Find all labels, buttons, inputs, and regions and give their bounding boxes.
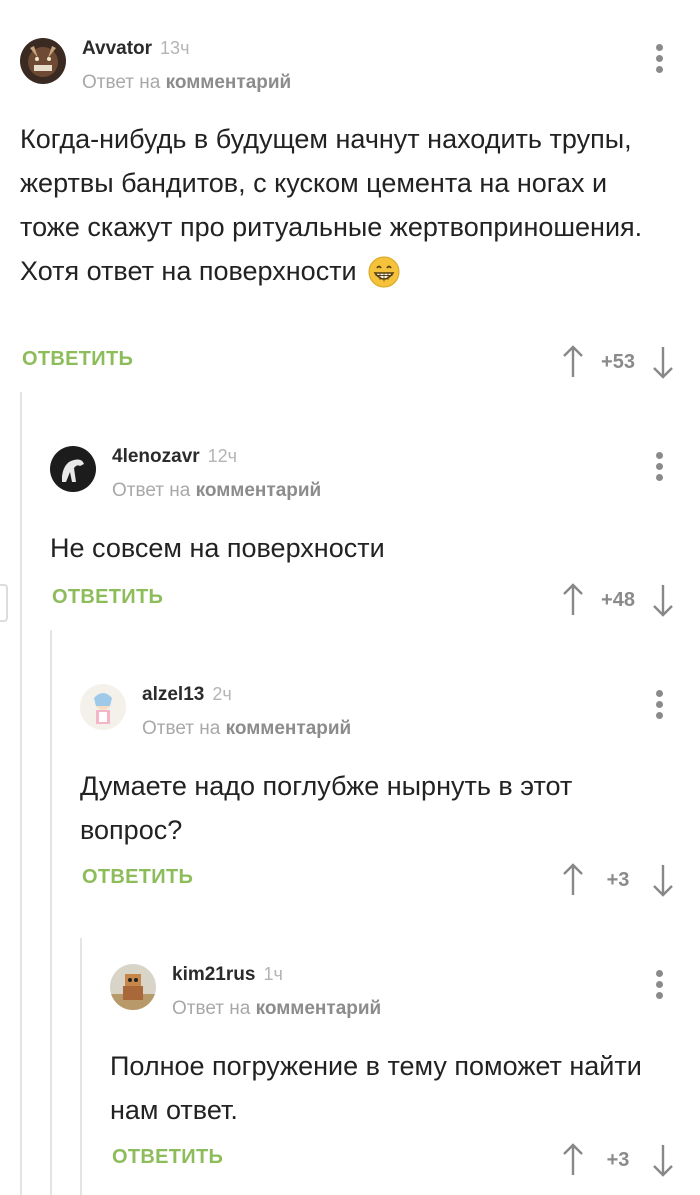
vote-score: +3 — [606, 868, 630, 891]
avatar[interactable] — [50, 446, 96, 492]
avatar-robot-icon — [110, 964, 156, 1010]
vote-controls: +48 — [562, 580, 674, 620]
avatar[interactable] — [80, 684, 126, 730]
reply-target-link[interactable]: комментарий — [166, 72, 292, 93]
author-name[interactable]: alzel13 — [142, 684, 204, 705]
reply-target-link[interactable]: комментарий — [196, 480, 322, 501]
thread-line-3 — [80, 938, 82, 1195]
comment-text-content: Думаете надо поглубже нырнуть в этот воп… — [80, 771, 573, 845]
avatar[interactable] — [20, 38, 66, 84]
comment-text: Думаете надо поглубже нырнуть в этот воп… — [80, 764, 650, 852]
vote-controls: +53 — [562, 342, 674, 382]
downvote-arrow-icon[interactable] — [652, 583, 674, 617]
thread-line-1 — [20, 392, 22, 1195]
comment-text: Не совсем на поверхности — [50, 526, 650, 570]
more-options-icon[interactable] — [656, 690, 664, 723]
comment-text-content: Когда-нибудь в будущем начнут находить т… — [20, 124, 643, 286]
reply-prefix: Ответ на — [172, 998, 251, 1019]
downvote-arrow-icon[interactable] — [652, 1143, 674, 1177]
vote-score: +3 — [606, 1148, 630, 1171]
reply-to-line: Ответ на комментарий — [112, 480, 321, 502]
comment-footer: ОТВЕТИТЬ +3 — [112, 1140, 674, 1180]
avatar-dinosaur-icon — [50, 446, 96, 492]
upvote-arrow-icon[interactable] — [562, 345, 584, 379]
collapse-thread-toggle[interactable] — [0, 584, 8, 622]
comment-time: 13ч — [160, 38, 190, 58]
reply-target-link[interactable]: комментарий — [256, 998, 382, 1019]
vote-controls: +3 — [562, 860, 674, 900]
more-options-icon[interactable] — [656, 44, 664, 77]
reply-button[interactable]: ОТВЕТИТЬ — [112, 1146, 223, 1169]
thread-line-2 — [50, 630, 52, 1195]
upvote-arrow-icon[interactable] — [562, 583, 584, 617]
comment-footer: ОТВЕТИТЬ +3 — [82, 860, 674, 900]
reply-to-line: Ответ на комментарий — [172, 998, 381, 1020]
comment-text-content: Полное погружение в тему поможет найти н… — [110, 1051, 642, 1125]
comment-time: 12ч — [207, 446, 238, 466]
comment-time: 2ч — [212, 684, 232, 704]
comment-text-content: Не совсем на поверхности — [50, 533, 385, 563]
reply-prefix: Ответ на — [112, 480, 191, 501]
comment-footer: ОТВЕТИТЬ +53 — [22, 342, 674, 382]
upvote-arrow-icon[interactable] — [562, 863, 584, 897]
comment-time: 1ч — [263, 964, 283, 984]
comment-text: Полное погружение в тему поможет найти н… — [110, 1044, 650, 1132]
vote-score: +48 — [601, 588, 635, 611]
comment-footer: ОТВЕТИТЬ +48 — [52, 580, 674, 620]
reply-prefix: Ответ на — [142, 718, 221, 739]
grinning-face-icon — [368, 256, 400, 301]
author-name[interactable]: 4lenozavr — [112, 446, 200, 467]
reply-target-link[interactable]: комментарий — [226, 718, 352, 739]
author-name[interactable]: Avvator — [82, 38, 152, 59]
more-options-icon[interactable] — [656, 970, 664, 1003]
reply-button[interactable]: ОТВЕТИТЬ — [22, 348, 133, 371]
reply-button[interactable]: ОТВЕТИТЬ — [82, 866, 193, 889]
comment-text: Когда-нибудь в будущем начнут находить т… — [20, 117, 650, 301]
more-options-icon[interactable] — [656, 452, 664, 485]
avatar-anime-icon — [80, 684, 126, 730]
downvote-arrow-icon[interactable] — [652, 863, 674, 897]
downvote-arrow-icon[interactable] — [652, 345, 674, 379]
avatar[interactable] — [110, 964, 156, 1010]
reply-to-line: Ответ на комментарий — [142, 718, 351, 740]
reply-prefix: Ответ на — [82, 72, 161, 93]
author-name[interactable]: kim21rus — [172, 964, 255, 985]
upvote-arrow-icon[interactable] — [562, 1143, 584, 1177]
reply-to-line: Ответ на комментарий — [82, 72, 291, 94]
vote-controls: +3 — [562, 1140, 674, 1180]
vote-score: +53 — [601, 350, 635, 373]
avatar-predator-icon — [20, 38, 66, 84]
reply-button[interactable]: ОТВЕТИТЬ — [52, 586, 163, 609]
